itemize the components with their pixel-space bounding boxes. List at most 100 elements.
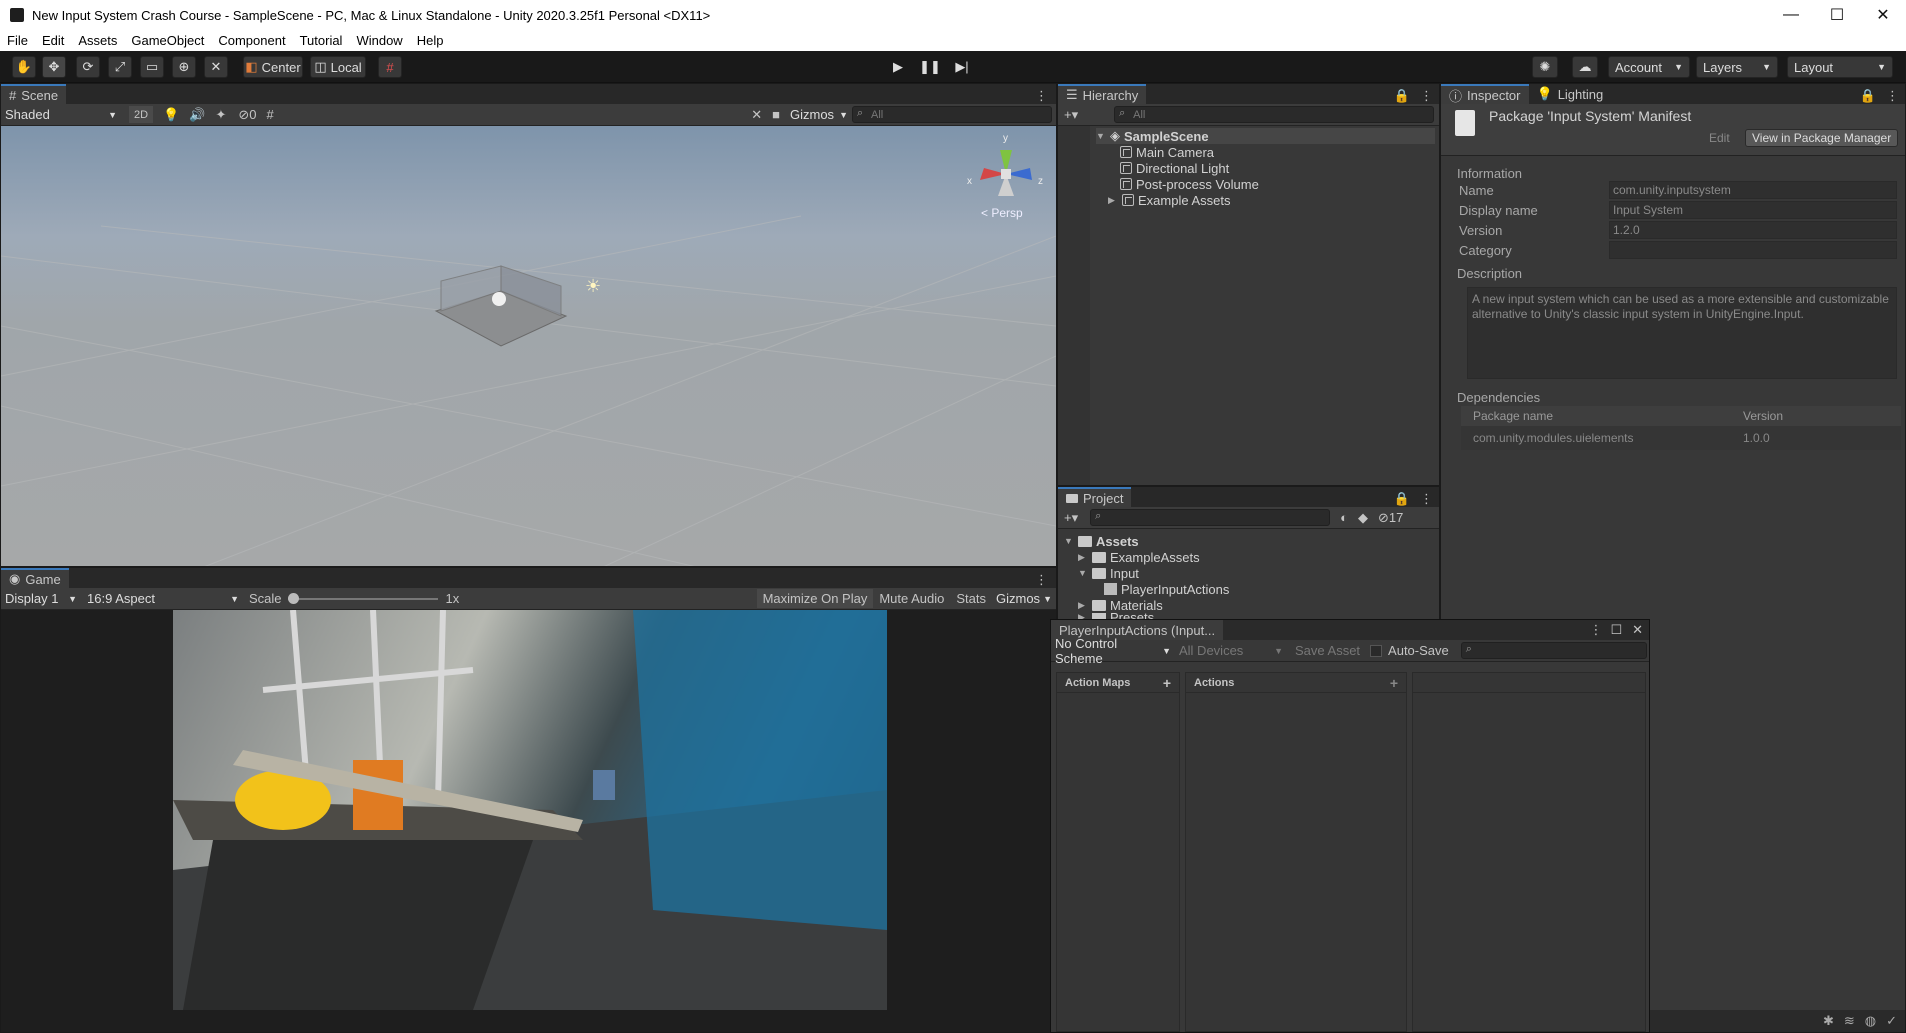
dependency-row[interactable]: com.unity.modules.uielements 1.0.0 — [1461, 426, 1901, 450]
auto-save-checkbox[interactable] — [1370, 644, 1383, 657]
project-assets-root[interactable]: ▼ Assets — [1064, 533, 1139, 549]
close-window-icon[interactable]: ✕ — [1626, 622, 1649, 638]
panel-menu-icon[interactable]: ⋮ — [1027, 88, 1056, 104]
hierarchy-item-directional-light[interactable]: Directional Light — [1120, 160, 1229, 176]
add-action-map-icon[interactable]: + — [1163, 675, 1171, 691]
hand-tool-icon[interactable]: ✋ — [12, 56, 36, 78]
lock-icon[interactable]: 🔒 — [1856, 88, 1880, 104]
grid-toggle-icon[interactable]: # — [266, 107, 273, 122]
rect-tool-icon[interactable]: ▭ — [140, 56, 164, 78]
menu-gameobject[interactable]: GameObject — [124, 33, 211, 48]
menu-file[interactable]: File — [0, 33, 35, 48]
aspect-dropdown[interactable]: 16:9 Aspect ▼ — [83, 590, 243, 608]
menu-tutorial[interactable]: Tutorial — [293, 33, 350, 48]
tab-game[interactable]: ◉ Game — [1, 568, 69, 588]
save-asset-button[interactable]: Save Asset — [1295, 643, 1360, 658]
maximize-window-icon[interactable]: ☐ — [1606, 622, 1626, 638]
project-asset-playerinputactions[interactable]: PlayerInputActions — [1104, 581, 1229, 597]
orientation-gizmo[interactable] — [966, 134, 1046, 214]
hierarchy-item-example-assets[interactable]: ▶ Example Assets — [1108, 192, 1231, 208]
panel-menu-icon[interactable]: ⋮ — [1585, 622, 1606, 638]
snap-grid-icon[interactable]: # — [378, 56, 402, 78]
mute-audio-button[interactable]: Mute Audio — [873, 589, 950, 608]
tab-project[interactable]: Project — [1058, 487, 1132, 507]
project-folder-exampleassets[interactable]: ▶ ExampleAssets — [1078, 549, 1200, 565]
create-add-icon[interactable]: +▾ — [1058, 510, 1084, 526]
play-button[interactable]: ▶ — [885, 56, 911, 78]
layout-dropdown[interactable]: Layout ▼ — [1787, 56, 1893, 78]
perspective-label[interactable]: < Persp — [981, 206, 1023, 220]
shading-mode-dropdown[interactable]: Shaded ▼ — [1, 106, 121, 124]
transform-tool-icon[interactable]: ⊕ — [172, 56, 196, 78]
game-view-render[interactable] — [173, 610, 887, 1010]
debug-icon[interactable]: ✱ — [1823, 1013, 1834, 1029]
scale-slider[interactable] — [287, 591, 438, 607]
panel-menu-icon[interactable]: ⋮ — [1414, 491, 1439, 507]
move-tool-icon[interactable]: ✥ — [42, 56, 66, 78]
edit-button[interactable]: Edit — [1703, 130, 1736, 146]
project-folder-materials[interactable]: ▶ Materials — [1078, 597, 1163, 613]
hidden-packages-icon[interactable]: ⊘ — [1378, 510, 1389, 526]
create-add-icon[interactable]: +▾ — [1058, 107, 1084, 123]
scene-viewport[interactable]: ☀ y x z < Persp — [1, 126, 1056, 566]
hierarchy-search-input[interactable]: All — [1114, 106, 1435, 123]
menu-component[interactable]: Component — [211, 33, 292, 48]
game-gizmos-dropdown[interactable]: Gizmos ▼ — [992, 590, 1056, 608]
devices-dropdown[interactable]: All Devices ▼ — [1175, 642, 1287, 660]
menu-help[interactable]: Help — [410, 33, 451, 48]
lock-icon[interactable]: 🔒 — [1390, 491, 1414, 507]
display-name-field[interactable]: Input System — [1609, 201, 1897, 219]
menu-assets[interactable]: Assets — [71, 33, 124, 48]
control-scheme-dropdown[interactable]: No Control Scheme ▼ — [1051, 636, 1175, 666]
tab-inspector[interactable]: ⓘ Inspector — [1441, 84, 1529, 104]
pivot-local-button[interactable]: ◫ Local — [310, 56, 366, 78]
tab-hierarchy[interactable]: ☰ Hierarchy — [1058, 84, 1147, 104]
layers-dropdown[interactable]: Layers ▼ — [1696, 56, 1778, 78]
input-actions-search-input[interactable] — [1460, 642, 1647, 659]
globe-icon[interactable]: ◍ — [1865, 1013, 1876, 1029]
name-field[interactable]: com.unity.inputsystem — [1609, 181, 1897, 199]
maximize-on-play-button[interactable]: Maximize On Play — [756, 589, 874, 608]
tools-icon[interactable]: ✕ — [751, 107, 762, 123]
scale-tool-icon[interactable]: ⤢ — [108, 56, 132, 78]
hierarchy-scene-root[interactable]: ▼ ◈ SampleScene — [1096, 128, 1435, 144]
view-in-package-manager-button[interactable]: View in Package Manager — [1745, 129, 1899, 147]
display-dropdown[interactable]: Display 1 ▼ — [1, 590, 81, 608]
cloud-icon[interactable]: ☁ — [1572, 56, 1598, 78]
tab-scene[interactable]: # Scene — [1, 84, 67, 104]
effects-icon[interactable]: ✦ — [215, 107, 226, 123]
hierarchy-item-post-process-volume[interactable]: Post-process Volume — [1120, 176, 1259, 192]
scene-search-input[interactable]: All — [852, 106, 1052, 123]
project-search-input[interactable] — [1090, 509, 1331, 526]
panel-menu-icon[interactable]: ⋮ — [1027, 572, 1056, 588]
project-folder-input[interactable]: ▼ Input — [1078, 565, 1139, 581]
filter-by-label-icon[interactable]: ◆ — [1358, 510, 1368, 526]
stats-button[interactable]: Stats — [950, 589, 992, 608]
close-button[interactable]: ✕ — [1860, 0, 1906, 30]
hierarchy-item-main-camera[interactable]: Main Camera — [1120, 144, 1214, 160]
maximize-button[interactable]: ☐ — [1814, 0, 1860, 30]
camera-icon[interactable]: ■ — [772, 107, 780, 122]
collab-icon[interactable]: ✺ — [1532, 56, 1558, 78]
pivot-center-button[interactable]: ◧ Center — [243, 56, 303, 78]
pause-button[interactable]: ❚❚ — [917, 56, 943, 78]
lighting-icon[interactable]: 💡 — [163, 107, 179, 123]
step-button[interactable]: ▶| — [949, 56, 975, 78]
audio-icon[interactable]: 🔊 — [189, 107, 205, 123]
minimize-button[interactable]: — — [1768, 0, 1814, 30]
mode-2d-button[interactable]: 2D — [129, 106, 154, 123]
account-dropdown[interactable]: Account ▼ — [1608, 56, 1690, 78]
rotate-tool-icon[interactable]: ⟳ — [76, 56, 100, 78]
category-field[interactable] — [1609, 241, 1897, 259]
check-icon[interactable]: ✓ — [1886, 1013, 1897, 1029]
gizmos-dropdown[interactable]: Gizmos ▼ — [786, 106, 852, 124]
filter-by-type-icon[interactable]: ◐ — [1340, 510, 1348, 525]
light-gizmo-icon[interactable]: ☀ — [585, 276, 601, 297]
menu-window[interactable]: Window — [349, 33, 409, 48]
lock-icon[interactable]: 🔒 — [1390, 88, 1414, 104]
tab-lighting[interactable]: 💡 Lighting — [1529, 84, 1612, 104]
custom-tool-icon[interactable]: ✕ — [204, 56, 228, 78]
hidden-objects-icon[interactable]: ⊘ — [238, 107, 249, 123]
add-action-icon[interactable]: + — [1390, 675, 1398, 691]
version-field[interactable]: 1.2.0 — [1609, 221, 1897, 239]
